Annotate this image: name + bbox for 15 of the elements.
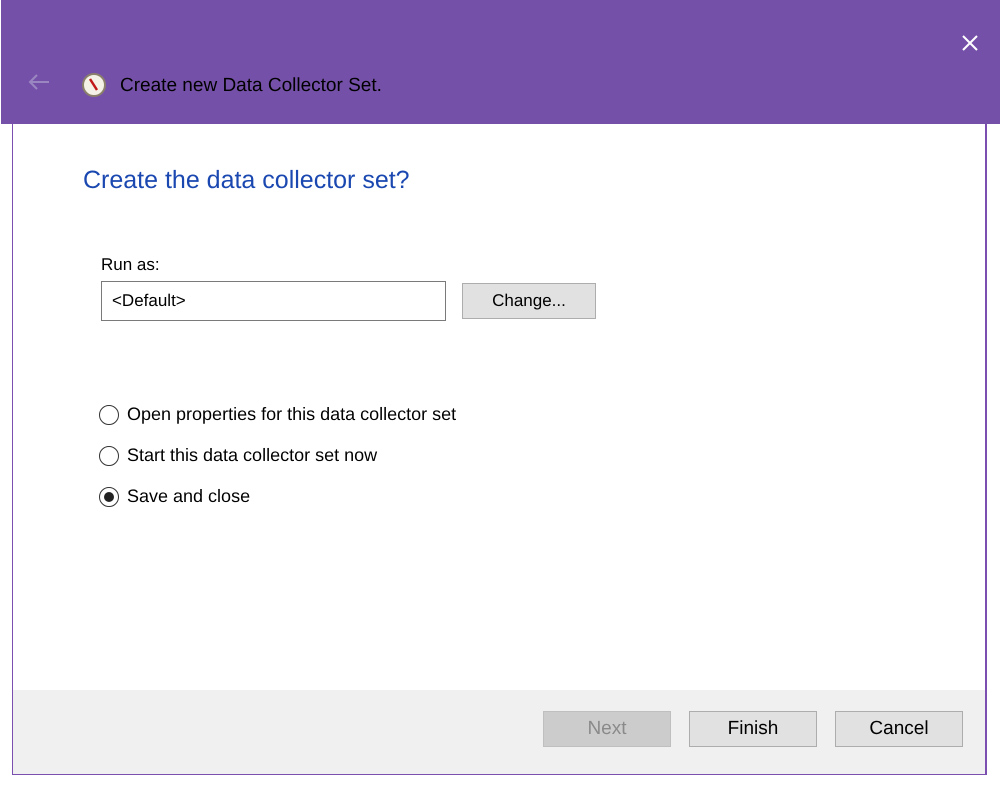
close-icon[interactable] xyxy=(961,34,979,52)
radio-option[interactable]: Open properties for this data collector set xyxy=(99,401,985,428)
window-title: Create new Data Collector Set. xyxy=(120,74,382,98)
radio-button[interactable] xyxy=(99,486,119,506)
page-heading: Create the data collector set? xyxy=(83,165,411,196)
change-button[interactable]: Change... xyxy=(462,283,596,319)
radio-option[interactable]: Save and close xyxy=(99,483,985,510)
gauge-icon xyxy=(81,72,107,98)
run-as-label: Run as: xyxy=(101,254,161,276)
dialog-button[interactable]: Cancel xyxy=(835,711,963,747)
radio-button[interactable] xyxy=(99,446,119,466)
radio-button[interactable] xyxy=(99,404,119,424)
radio-option[interactable]: Start this data collector set now xyxy=(99,442,985,469)
dialog-button[interactable]: Finish xyxy=(689,711,817,747)
run-as-field[interactable]: <Default> xyxy=(101,281,446,321)
